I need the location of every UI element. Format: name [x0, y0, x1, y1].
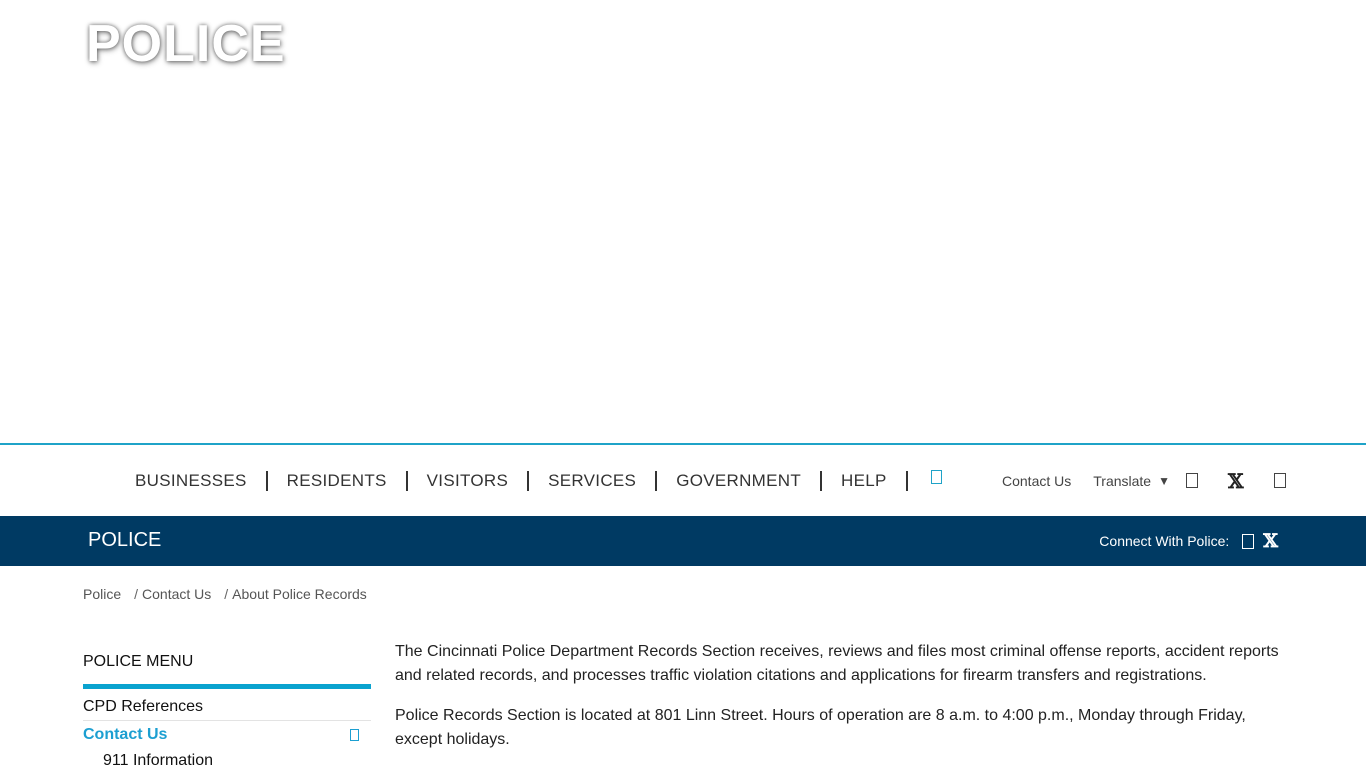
x-icon[interactable]: 𝕏	[1228, 471, 1244, 491]
side-menu-item-label: CPD References	[83, 698, 204, 715]
instagram-icon[interactable]	[1273, 473, 1286, 488]
nav-divider	[655, 470, 658, 491]
contact-us-link[interactable]: Contact Us	[1002, 473, 1071, 489]
department-banner: POLICE Connect With Police: 𝕏	[0, 516, 1366, 566]
side-menu-item-cpd-references[interactable]: CPD References	[83, 693, 371, 721]
nav-government[interactable]: GOVERNMENT	[676, 471, 801, 491]
connect-label: Connect With Police:	[1099, 533, 1230, 549]
main-nav: BUSINESSES RESIDENTS VISITORS SERVICES G…	[135, 445, 942, 516]
content-paragraph: The Cincinnati Police Department Records…	[395, 643, 1279, 684]
x-icon[interactable]: 𝕏	[1263, 531, 1278, 551]
search-icon[interactable]	[930, 469, 942, 484]
side-menu-title: POLICE MENU	[83, 653, 194, 670]
nav-divider	[405, 470, 408, 491]
facebook-icon[interactable]	[1242, 533, 1255, 549]
nav-businesses[interactable]: BUSINESSES	[135, 471, 247, 491]
content-paragraph: Police Records Section is located at 801…	[395, 707, 1246, 748]
side-menu-item-label: 911 Information	[103, 752, 213, 769]
nav-divider	[265, 470, 268, 491]
main-content: The Cincinnati Police Department Records…	[395, 640, 1290, 768]
nav-divider	[527, 470, 530, 491]
translate-label: Translate	[1093, 472, 1152, 489]
hero-banner: POLICE	[0, 0, 1366, 443]
department-title: POLICE	[88, 529, 162, 551]
connect-social: Connect With Police: 𝕏	[1099, 516, 1278, 566]
side-menu-item-label: Contact Us	[83, 726, 168, 743]
caret-down-icon: ▼	[1158, 473, 1170, 488]
side-menu-subitem-911-information[interactable]: 911 Information	[83, 748, 371, 774]
side-menu: POLICE MENU CPD References Contact Us 91…	[83, 650, 371, 774]
breadcrumb-police[interactable]: Police	[83, 586, 121, 602]
expand-icon[interactable]	[350, 729, 359, 741]
translate-dropdown[interactable]: Translate ▼	[1093, 473, 1170, 489]
nav-help[interactable]: HELP	[841, 471, 887, 491]
breadcrumb: Police / Contact Us / About Police Recor…	[83, 586, 367, 602]
nav-divider	[905, 470, 908, 491]
side-menu-item-contact-us[interactable]: Contact Us	[83, 721, 371, 748]
top-navigation: BUSINESSES RESIDENTS VISITORS SERVICES G…	[0, 443, 1366, 516]
nav-visitors[interactable]: VISITORS	[427, 471, 508, 491]
facebook-icon[interactable]	[1185, 473, 1198, 488]
breadcrumb-separator: /	[134, 586, 139, 602]
breadcrumb-separator: /	[224, 586, 229, 602]
hero-title: POLICE	[86, 15, 286, 73]
breadcrumb-contact-us[interactable]: Contact Us	[142, 586, 211, 602]
nav-residents[interactable]: RESIDENTS	[287, 471, 387, 491]
nav-services[interactable]: SERVICES	[548, 471, 636, 491]
nav-divider	[820, 470, 823, 491]
side-menu-accent-bar	[83, 684, 371, 689]
utility-nav: Contact Us Translate ▼ 𝕏	[1002, 445, 1286, 516]
breadcrumb-current: About Police Records	[232, 586, 367, 602]
